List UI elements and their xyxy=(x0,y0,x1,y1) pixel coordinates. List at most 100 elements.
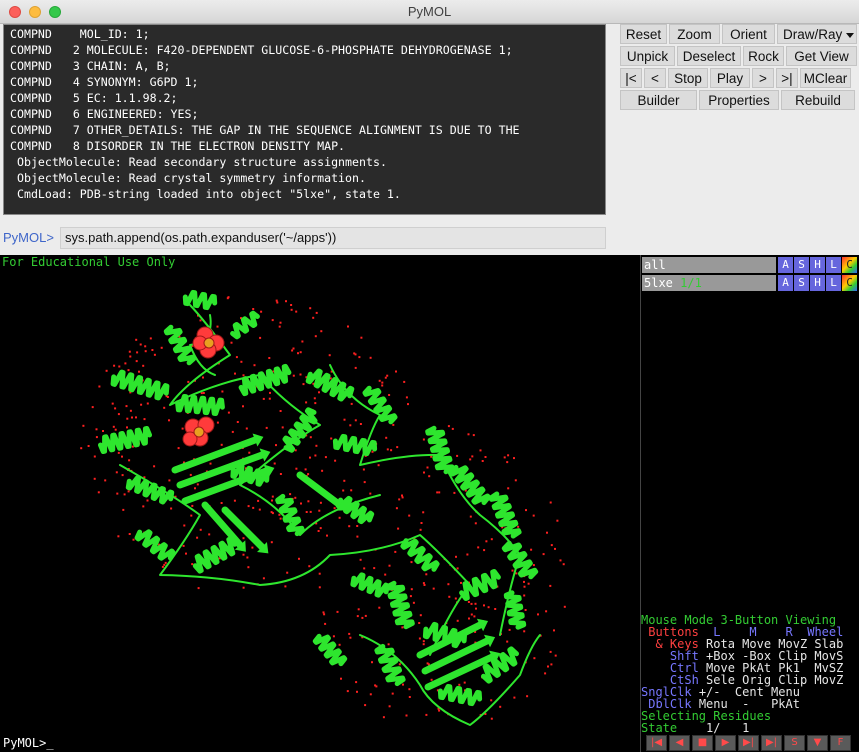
water-dot xyxy=(390,449,393,452)
water-dot xyxy=(279,410,282,412)
water-dot xyxy=(472,434,475,437)
console-line: COMPND 5 EC: 1.1.98.2; xyxy=(10,91,178,105)
water-dot xyxy=(523,594,526,597)
helix-ribbon xyxy=(385,580,415,630)
water-dot xyxy=(477,546,480,549)
water-dot xyxy=(102,430,104,432)
water-dot xyxy=(544,672,547,675)
full-screen-button[interactable]: F xyxy=(830,735,851,751)
play-button[interactable]: Play xyxy=(710,68,750,88)
water-dot xyxy=(382,716,385,719)
water-dot xyxy=(95,428,98,431)
water-dot xyxy=(309,307,312,310)
water-dot xyxy=(269,391,271,394)
water-dot xyxy=(524,609,527,611)
water-dot xyxy=(91,406,94,409)
water-dot xyxy=(381,384,384,387)
water-dot xyxy=(398,663,401,666)
rebuild-button[interactable]: Rebuild xyxy=(781,90,855,110)
water-dot xyxy=(182,544,185,547)
forward-button[interactable]: ▶| xyxy=(738,735,759,751)
molecular-viewport[interactable]: For Educational Use Only xyxy=(0,255,640,734)
water-dot xyxy=(284,585,287,588)
water-dot xyxy=(286,571,289,574)
water-dot xyxy=(378,606,381,609)
scene-menu-button[interactable]: ▼ xyxy=(807,735,828,751)
unpick-button[interactable]: Unpick xyxy=(620,46,675,66)
play-playback-button[interactable]: ▶ xyxy=(715,735,736,751)
mclear-button[interactable]: MClear xyxy=(800,68,851,88)
draw-ray-button[interactable]: Draw/Ray xyxy=(777,24,857,44)
label-button[interactable]: L xyxy=(826,275,841,291)
zoom-button[interactable]: Zoom xyxy=(669,24,720,44)
mouse-mode-panel[interactable]: Mouse Mode 3-Button Viewing Buttons L M … xyxy=(640,614,859,734)
water-dot xyxy=(422,640,425,643)
water-dot xyxy=(474,522,477,525)
top-area: COMPND MOL_ID: 1; COMPND 2 MOLECULE: F420… xyxy=(0,24,859,255)
water-dot xyxy=(290,308,293,311)
water-dot xyxy=(359,558,362,561)
water-dot xyxy=(356,690,358,693)
command-input[interactable]: sys.path.append(os.path.expanduser('~/ap… xyxy=(60,227,606,249)
properties-button[interactable]: Properties xyxy=(699,90,779,110)
previous-frame-button[interactable]: < xyxy=(644,68,666,88)
console-line: COMPND 8 DISORDER IN THE ELECTRON DENSIT… xyxy=(10,139,346,153)
water-dot xyxy=(278,325,281,328)
label-button[interactable]: L xyxy=(826,257,841,273)
water-dot xyxy=(405,714,408,717)
orient-button[interactable]: Orient xyxy=(722,24,775,44)
water-dot xyxy=(494,608,497,610)
get-view-button[interactable]: Get View xyxy=(786,46,857,66)
stop-playback-button[interactable]: ■ xyxy=(692,735,713,751)
end-button[interactable]: ▶| xyxy=(761,735,782,751)
helix-ribbon xyxy=(437,683,483,707)
object-name[interactable]: 5lxe 1/1 xyxy=(642,275,776,291)
hide-button[interactable]: H xyxy=(810,275,825,291)
builder-button[interactable]: Builder xyxy=(620,90,697,110)
water-dot xyxy=(438,491,441,494)
water-dot xyxy=(285,300,287,303)
water-dot xyxy=(124,362,127,365)
action-button[interactable]: A xyxy=(778,257,793,273)
next-frame-button[interactable]: > xyxy=(752,68,774,88)
water-dot xyxy=(312,316,315,319)
water-dot xyxy=(354,353,357,356)
water-dot xyxy=(559,559,562,562)
last-frame-button[interactable]: >| xyxy=(776,68,798,88)
hide-button[interactable]: H xyxy=(810,257,825,273)
water-dot xyxy=(97,491,100,494)
color-button[interactable]: C xyxy=(842,275,857,291)
water-dot xyxy=(265,426,268,429)
show-button[interactable]: S xyxy=(794,275,809,291)
console-line: COMPND MOL_ID: 1; xyxy=(10,27,150,41)
object-row-5lxe[interactable]: 5lxe 1/1 A S H L C xyxy=(642,275,859,291)
rewind-button[interactable]: |◀ xyxy=(646,735,667,751)
water-dot xyxy=(262,577,265,580)
rock-button[interactable]: Rock xyxy=(743,46,784,66)
water-dot xyxy=(220,502,223,504)
back-button[interactable]: ◀ xyxy=(669,735,690,751)
water-dot xyxy=(129,355,132,358)
water-dot xyxy=(396,446,399,449)
water-dot xyxy=(409,595,412,598)
water-dot xyxy=(258,508,261,511)
object-name[interactable]: all xyxy=(642,257,776,273)
scene-button[interactable]: S xyxy=(784,735,805,751)
deselect-button[interactable]: Deselect xyxy=(677,46,741,66)
water-dot xyxy=(412,601,415,604)
water-dot xyxy=(356,525,359,527)
water-dot xyxy=(549,650,552,653)
viewer-command-line[interactable]: PyMOL>_ xyxy=(0,734,640,752)
action-button[interactable]: A xyxy=(778,275,793,291)
color-button[interactable]: C xyxy=(842,257,857,273)
reset-button[interactable]: Reset xyxy=(620,24,667,44)
stop-button[interactable]: Stop xyxy=(668,68,708,88)
water-dot xyxy=(194,487,196,490)
first-frame-button[interactable]: |< xyxy=(620,68,642,88)
water-dot xyxy=(168,479,171,482)
water-dot xyxy=(549,584,552,587)
water-dot xyxy=(126,417,129,420)
water-dot xyxy=(385,436,388,439)
show-button[interactable]: S xyxy=(794,257,809,273)
object-row-all[interactable]: all A S H L C xyxy=(642,257,859,273)
